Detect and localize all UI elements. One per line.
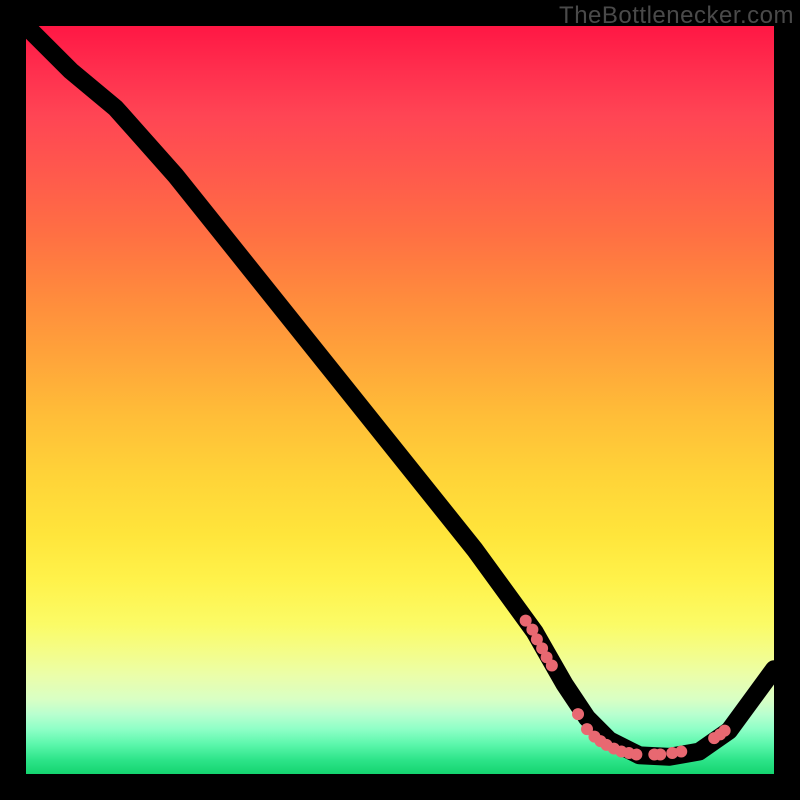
data-point [572,708,584,720]
data-point [654,749,666,761]
bottleneck-curve [26,26,774,757]
data-point [719,725,731,737]
data-point [675,746,687,758]
data-point [630,749,642,761]
watermark-label: TheBottlenecker.com [559,2,794,30]
data-point [546,660,558,672]
chart-svg [26,26,774,774]
chart-frame: TheBottlenecker.com [0,0,800,800]
